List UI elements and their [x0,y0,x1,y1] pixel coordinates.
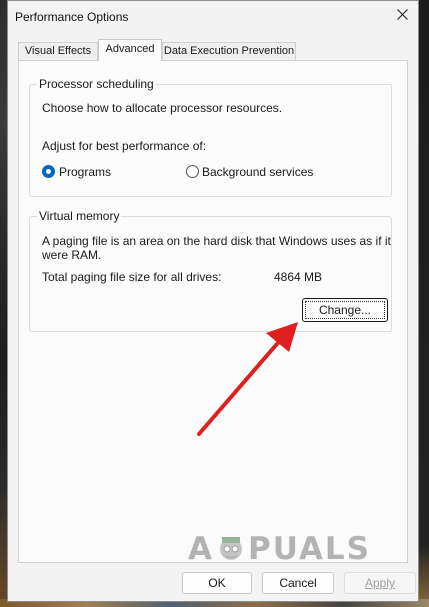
red-arrow-annotation [197,322,298,436]
arrow-head [266,322,298,352]
arrow-shaft [197,335,285,436]
tab-advanced[interactable]: Advanced [98,39,162,61]
